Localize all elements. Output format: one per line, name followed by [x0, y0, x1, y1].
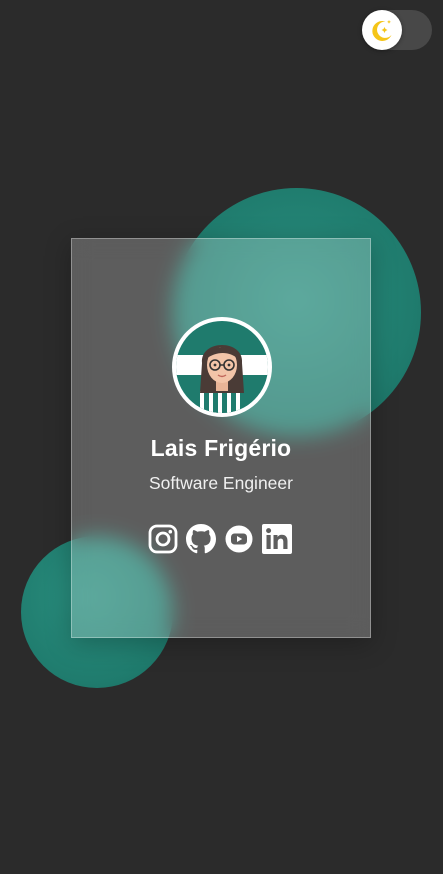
- page: Lais Frigério Software Engineer: [0, 0, 443, 874]
- avatar: [172, 317, 272, 417]
- social-links: [148, 524, 292, 554]
- profile-title: Software Engineer: [149, 473, 293, 493]
- profile-name: Lais Frigério: [150, 435, 292, 461]
- theme-toggle[interactable]: [362, 10, 432, 50]
- theme-toggle-knob[interactable]: [362, 10, 402, 50]
- avatar-illustration: [176, 321, 268, 413]
- linkedin-icon[interactable]: [262, 524, 292, 554]
- github-icon[interactable]: [186, 524, 216, 554]
- moon-stars-icon: [372, 20, 392, 41]
- instagram-icon[interactable]: [148, 524, 178, 554]
- youtube-icon[interactable]: [224, 524, 254, 554]
- profile-card: Lais Frigério Software Engineer: [71, 238, 371, 638]
